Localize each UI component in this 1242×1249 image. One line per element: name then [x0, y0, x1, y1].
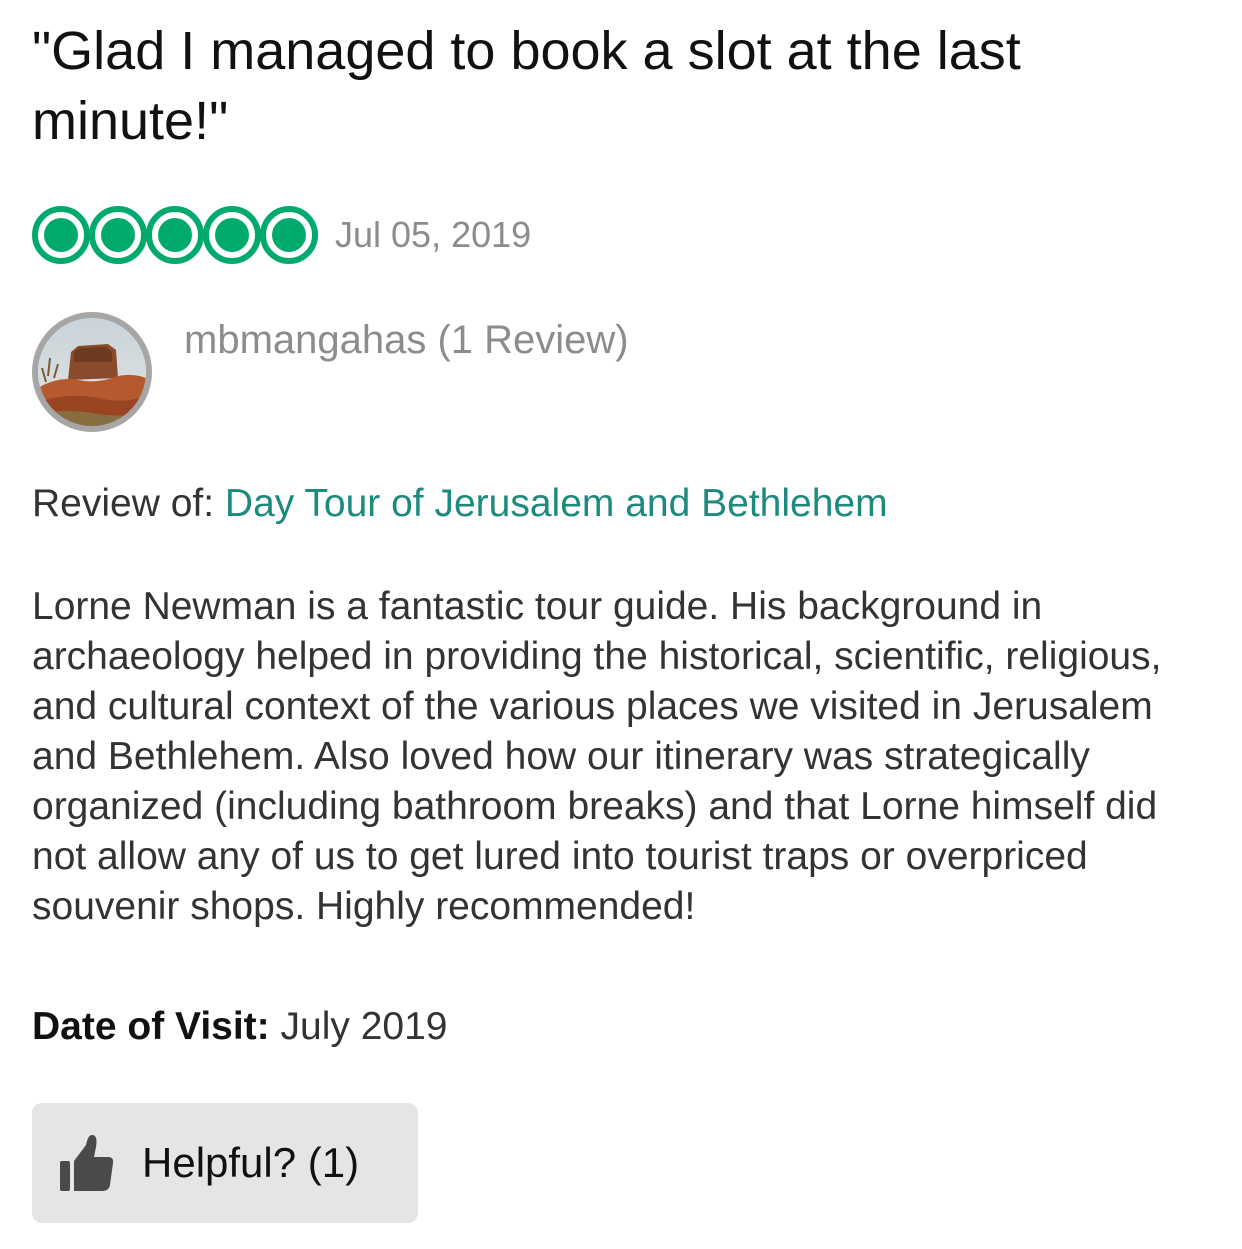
rating-bubble-icon	[146, 206, 204, 264]
review-body: Lorne Newman is a fantastic tour guide. …	[32, 585, 1162, 928]
review-date: Jul 05, 2019	[335, 214, 532, 255]
rating-bubbles	[32, 206, 318, 264]
attraction-link[interactable]: Day Tour of Jerusalem and Bethlehem	[225, 482, 888, 525]
avatar-photo-icon	[38, 318, 146, 426]
reviewer-name-link[interactable]: mbmangahas (1 Review)	[184, 318, 629, 363]
helpful-button[interactable]: Helpful? (1)	[32, 1103, 418, 1223]
review-of-label: Review of:	[32, 482, 215, 525]
rating-bubble-icon	[32, 206, 90, 264]
review-of-line: Review of: Day Tour of Jerusalem and Bet…	[32, 482, 888, 526]
date-of-visit-value: July 2019	[280, 1005, 448, 1048]
rating-row: Jul 05, 2019	[32, 205, 531, 265]
rating-bubble-icon	[203, 206, 261, 264]
thumbs-up-icon	[60, 1135, 114, 1191]
rating-bubble-icon	[89, 206, 147, 264]
avatar[interactable]	[32, 312, 152, 432]
rating-bubble-icon	[260, 206, 318, 264]
review-title: "Glad I managed to book a slot at the la…	[32, 21, 1021, 151]
date-of-visit: Date of Visit: July 2019	[32, 1005, 447, 1049]
helpful-label: Helpful? (1)	[142, 1139, 360, 1186]
reviewer-row[interactable]: mbmangahas (1 Review)	[32, 312, 629, 432]
date-of-visit-label: Date of Visit:	[32, 1005, 270, 1048]
